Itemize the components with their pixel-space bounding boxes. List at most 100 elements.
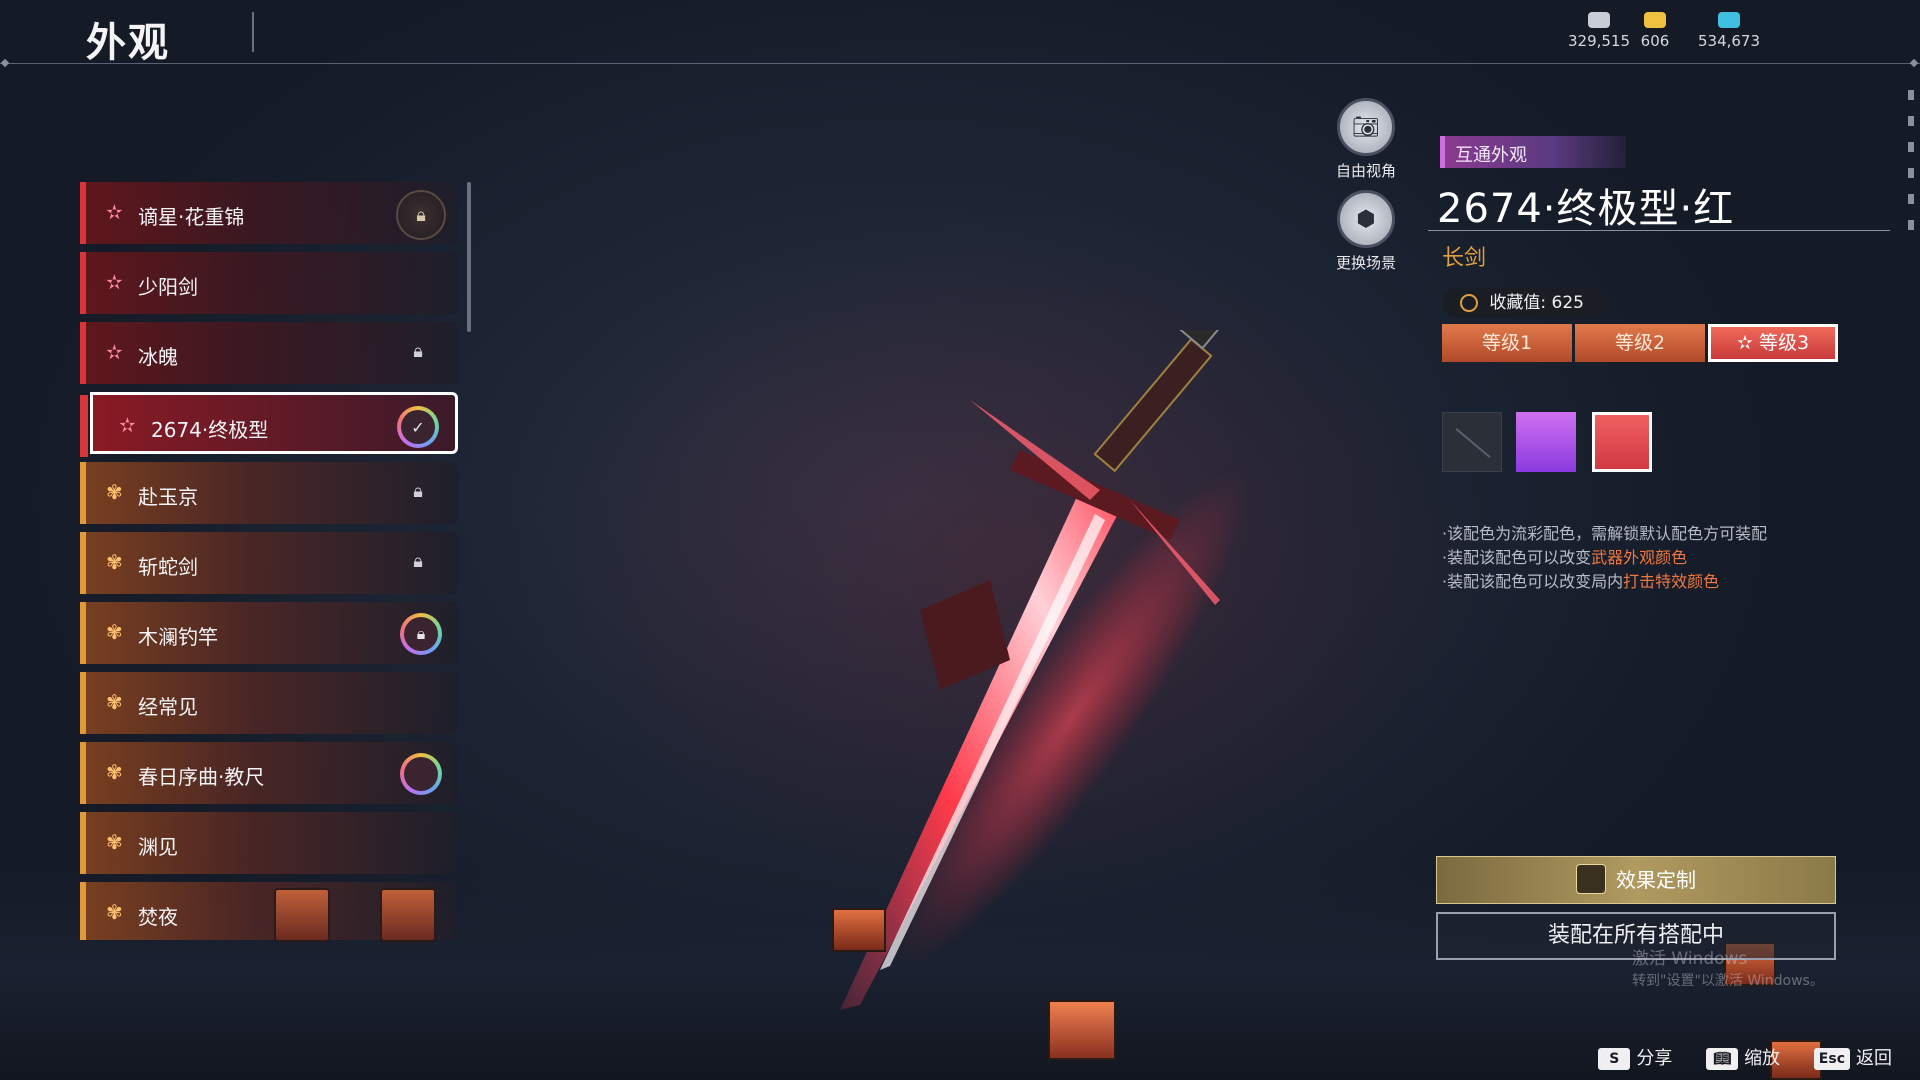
list-item[interactable]: ✾ 春日序曲·教尺: [80, 742, 458, 804]
feather-icon: [1718, 12, 1740, 28]
tab-level-3[interactable]: ✫ 等级3: [1708, 324, 1838, 362]
note-line-3: ·装配该配色可以改变局内打击特效颜色: [1442, 572, 1720, 591]
list-item[interactable]: ✾ 斩蛇剑 🔒︎: [80, 532, 458, 594]
list-item-label: 焚夜: [138, 905, 178, 929]
note-highlight: 武器外观颜色: [1591, 548, 1688, 567]
list-item[interactable]: ✾ 渊见: [80, 812, 458, 874]
item-name: 2674·终极型·红: [1437, 186, 1735, 232]
lantern-icon: [274, 888, 330, 942]
list-item-label: 木澜钓竿: [138, 625, 218, 649]
flower-icon: ✾: [106, 830, 123, 854]
list-item-label: 少阳剑: [138, 275, 198, 299]
tab-level-1[interactable]: 等级1: [1442, 324, 1572, 362]
page-title: 外观: [86, 20, 170, 66]
list-item[interactable]: ✫ 谪星·花重锦 🔒︎: [80, 182, 458, 244]
rarity-bar: [80, 252, 86, 314]
list-scrollbar[interactable]: [467, 182, 471, 332]
color-swatch-none[interactable]: [1442, 412, 1502, 472]
list-item-label: 经常见: [138, 695, 198, 719]
camera-icon: 📷︎: [1337, 98, 1395, 156]
currency-gold: 606: [1620, 12, 1690, 50]
sword-guard-spike: [970, 400, 1100, 500]
list-item-label: 渊见: [138, 835, 178, 859]
cross-platform-tag: 互通外观: [1440, 136, 1626, 168]
level-tabs: 等级1 等级2 ✫ 等级3: [1442, 324, 1838, 362]
lantern-lock-icon: [380, 888, 436, 942]
note-line-1: ·该配色为流彩配色，需解锁默认配色方可装配: [1442, 524, 1768, 543]
water-lantern: [832, 908, 886, 952]
list-item-label: 斩蛇剑: [138, 555, 198, 579]
color-notes: ·该配色为流彩配色，需解锁默认配色方可装配 ·装配该配色可以改变武器外观颜色 ·…: [1442, 522, 1767, 594]
ring-lock-icon: 🔒︎: [400, 613, 442, 655]
water-lantern: [1048, 1000, 1116, 1060]
rarity-bar: [80, 462, 86, 524]
rarity-bar: [80, 395, 88, 457]
top-bar: 外观 329,515 606 534,673: [0, 0, 1920, 68]
share-hotkey[interactable]: S 分享: [1598, 1044, 1672, 1070]
ring-icon: [400, 753, 442, 795]
list-item[interactable]: ✫ 冰魄 🔒︎: [80, 322, 458, 384]
list-item[interactable]: ✫ 少阳剑: [80, 252, 458, 314]
book-icon: 📖︎: [1706, 1048, 1739, 1070]
key-esc: Esc: [1813, 1048, 1850, 1070]
change-scene-button[interactable]: ⬢ 更换场景: [1316, 190, 1416, 273]
list-item[interactable]: ✾ 木澜钓竿 🔒︎: [80, 602, 458, 664]
zoom-hotkey[interactable]: 📖︎ 缩放: [1706, 1044, 1780, 1070]
note-line-2: ·装配该配色可以改变武器外观颜色: [1442, 548, 1688, 567]
star-icon: ✫: [106, 340, 123, 364]
list-item[interactable]: ✾ 经常见: [80, 672, 458, 734]
star-icon: ✫: [1736, 332, 1759, 354]
rarity-bar: [80, 602, 86, 664]
rarity-bar: [80, 532, 86, 594]
collection-label: 收藏值:: [1489, 293, 1547, 313]
sword-pommel: [1170, 330, 1230, 350]
note-highlight: 打击特效颜色: [1623, 572, 1720, 591]
free-view-button[interactable]: 📷︎ 自由视角: [1316, 98, 1416, 181]
coin-stack-icon: [1588, 12, 1610, 28]
star-icon: ✫: [119, 413, 136, 437]
collection-number: 625: [1551, 293, 1584, 313]
rarity-bar: [80, 672, 86, 734]
flower-icon: ✾: [106, 760, 123, 784]
currency-feather: 534,673: [1684, 12, 1774, 50]
lock-icon: 🔒︎: [413, 341, 423, 362]
appearance-list: ✫ 谪星·花重锦 🔒︎ ✫ 少阳剑 ✫ 冰魄 🔒︎ ✫ 2674·终极型 ✓ ✾…: [80, 182, 460, 948]
star-icon: ✫: [106, 270, 123, 294]
color-swatch-purple[interactable]: [1516, 412, 1576, 472]
collection-icon: [1460, 294, 1478, 312]
flower-icon: ✾: [106, 690, 123, 714]
lock-icon: 🔒︎: [413, 551, 423, 572]
flower-icon: ✾: [106, 550, 123, 574]
weapon-type: 长剑: [1442, 246, 1487, 271]
flower-icon: ✾: [106, 620, 123, 644]
list-item[interactable]: ✾ 赴玉京 🔒︎: [80, 462, 458, 524]
flower-icon: ✾: [106, 900, 123, 924]
rarity-bar: [80, 882, 86, 940]
right-scroll-indicator: [1908, 90, 1914, 270]
color-swatch-red[interactable]: [1592, 412, 1652, 472]
list-item-label: 谪星·花重锦: [138, 205, 245, 229]
list-item-selected[interactable]: ✫ 2674·终极型 ✓: [80, 392, 458, 457]
list-item[interactable]: ✾ 焚夜: [80, 882, 458, 942]
top-divider-line: [0, 63, 1920, 64]
name-divider: [1428, 230, 1890, 231]
windows-activation-watermark: 激活 Windows 转到"设置"以激活 Windows。: [1632, 949, 1824, 989]
effect-custom-label: 效果定制: [1616, 868, 1696, 892]
rarity-bar: [80, 812, 86, 874]
free-view-label: 自由视角: [1335, 162, 1396, 180]
effect-custom-button[interactable]: 效果定制: [1436, 856, 1836, 904]
collection-value: 收藏值: 625: [1442, 288, 1606, 318]
rarity-bar: [80, 322, 86, 384]
sword-preview[interactable]: [820, 330, 1420, 1030]
equipped-check-icon: ✓: [397, 406, 439, 448]
back-hotkey[interactable]: Esc 返回: [1813, 1044, 1892, 1070]
list-item-label: 赴玉京: [138, 485, 198, 509]
tab-level-3-label: 等级3: [1758, 332, 1810, 354]
title-divider: [252, 12, 254, 52]
lock-icon: 🔒︎: [413, 481, 423, 502]
list-item-label: 冰魄: [138, 345, 178, 369]
list-item-label: 2674·终极型: [151, 418, 269, 442]
rarity-bar: [80, 742, 86, 804]
currency-gold-value: 606: [1640, 32, 1670, 50]
tab-level-2[interactable]: 等级2: [1575, 324, 1705, 362]
